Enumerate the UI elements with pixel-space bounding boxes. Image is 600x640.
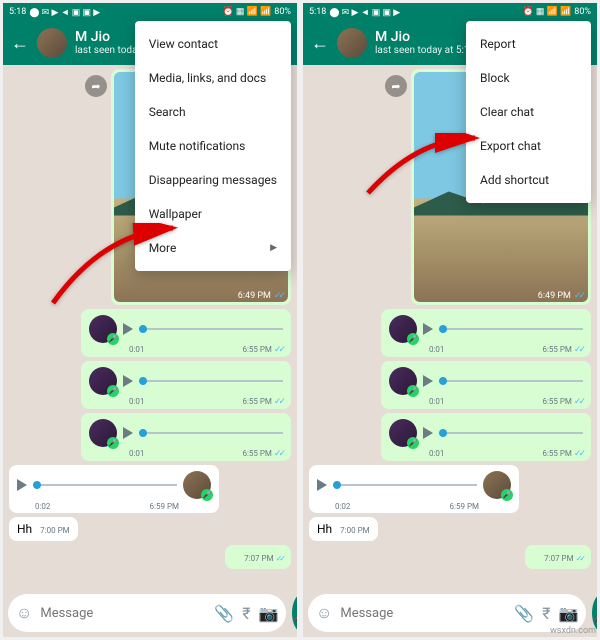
- menu-mute-notifications[interactable]: Mute notifications: [135, 129, 291, 163]
- avatar[interactable]: [337, 28, 367, 58]
- camera-icon[interactable]: 📷: [559, 604, 579, 623]
- read-ticks-icon: ✓✓: [274, 291, 283, 301]
- read-ticks-icon: ✓✓: [574, 291, 583, 301]
- chevron-right-icon: ▶: [270, 243, 277, 253]
- status-bar: 5:18⬤ ✉ ▶ ◄ ▣ ▣ ▶ ⏰ ▦ 📶 📶80%: [303, 3, 597, 21]
- menu-disappearing-messages[interactable]: Disappearing messages: [135, 163, 291, 197]
- voice-message-incoming[interactable]: 🎤0:026:59 PM: [9, 465, 219, 513]
- mic-button[interactable]: 🎤: [292, 594, 297, 632]
- back-icon[interactable]: ←: [11, 33, 29, 54]
- voice-message-incoming[interactable]: 🎤0:026:59 PM: [309, 465, 519, 513]
- payment-icon[interactable]: ₹: [242, 604, 250, 623]
- voice-message[interactable]: 🎤0:016:55 PM ✓✓: [81, 413, 291, 461]
- forward-icon[interactable]: ➦: [85, 75, 107, 97]
- camera-icon[interactable]: 📷: [259, 604, 279, 623]
- voice-message[interactable]: 🎤0:016:55 PM ✓✓: [381, 413, 591, 461]
- watermark: wsxdn.com: [550, 626, 596, 636]
- status-bar: 5:18⬤ ✉ ▶ ◄ ▣ ▣ ▶ ⏰ ▦ 📶 📶80%: [3, 3, 297, 21]
- menu-export-chat[interactable]: Export chat: [466, 129, 591, 163]
- context-submenu: Report Block Clear chat Export chat Add …: [466, 21, 591, 203]
- emoji-icon[interactable]: ☺: [316, 603, 332, 623]
- text-message-in[interactable]: Hh7:00 PM: [309, 517, 378, 541]
- forward-icon[interactable]: ➦: [385, 75, 407, 97]
- payment-icon[interactable]: ₹: [542, 604, 550, 623]
- menu-media-links-docs[interactable]: Media, links, and docs: [135, 61, 291, 95]
- menu-report[interactable]: Report: [466, 27, 591, 61]
- menu-block[interactable]: Block: [466, 61, 591, 95]
- message-input[interactable]: [340, 606, 506, 621]
- attach-icon[interactable]: 📎: [214, 604, 234, 623]
- mic-icon: 🎤: [107, 333, 119, 345]
- voice-message[interactable]: 🎤0:016:55 PM ✓✓: [381, 309, 591, 357]
- menu-clear-chat[interactable]: Clear chat: [466, 95, 591, 129]
- voice-message[interactable]: 🎤0:016:55 PM ✓✓: [81, 361, 291, 409]
- attach-icon[interactable]: 📎: [514, 604, 534, 623]
- message-input-pill[interactable]: ☺ 📎 ₹ 📷: [8, 594, 286, 632]
- phone-left: 5:18⬤ ✉ ▶ ◄ ▣ ▣ ▶ ⏰ ▦ 📶 📶80% ← M Jio las…: [3, 3, 297, 637]
- back-icon[interactable]: ←: [311, 33, 329, 54]
- context-menu: View contact Media, links, and docs Sear…: [135, 21, 291, 271]
- avatar[interactable]: [37, 28, 67, 58]
- text-message-out[interactable]: 7:07 PM✓✓: [525, 545, 591, 569]
- text-message-in[interactable]: Hh7:00 PM: [9, 517, 78, 541]
- play-icon[interactable]: [123, 323, 133, 335]
- menu-more[interactable]: More▶: [135, 231, 291, 265]
- voice-message[interactable]: 🎤0:016:55 PM ✓✓: [381, 361, 591, 409]
- message-input[interactable]: [40, 606, 206, 621]
- phone-right: 5:18⬤ ✉ ▶ ◄ ▣ ▣ ▶ ⏰ ▦ 📶 📶80% ← M Jio las…: [303, 3, 597, 637]
- menu-wallpaper[interactable]: Wallpaper: [135, 197, 291, 231]
- menu-view-contact[interactable]: View contact: [135, 27, 291, 61]
- message-input-pill[interactable]: ☺ 📎 ₹ 📷: [308, 594, 586, 632]
- voice-message[interactable]: 🎤0:016:55 PM ✓✓: [81, 309, 291, 357]
- input-bar: ☺ 📎 ₹ 📷 🎤: [3, 589, 297, 637]
- menu-search[interactable]: Search: [135, 95, 291, 129]
- emoji-icon[interactable]: ☺: [16, 603, 32, 623]
- text-message-out[interactable]: 7:07 PM✓✓: [225, 545, 291, 569]
- menu-add-shortcut[interactable]: Add shortcut: [466, 163, 591, 197]
